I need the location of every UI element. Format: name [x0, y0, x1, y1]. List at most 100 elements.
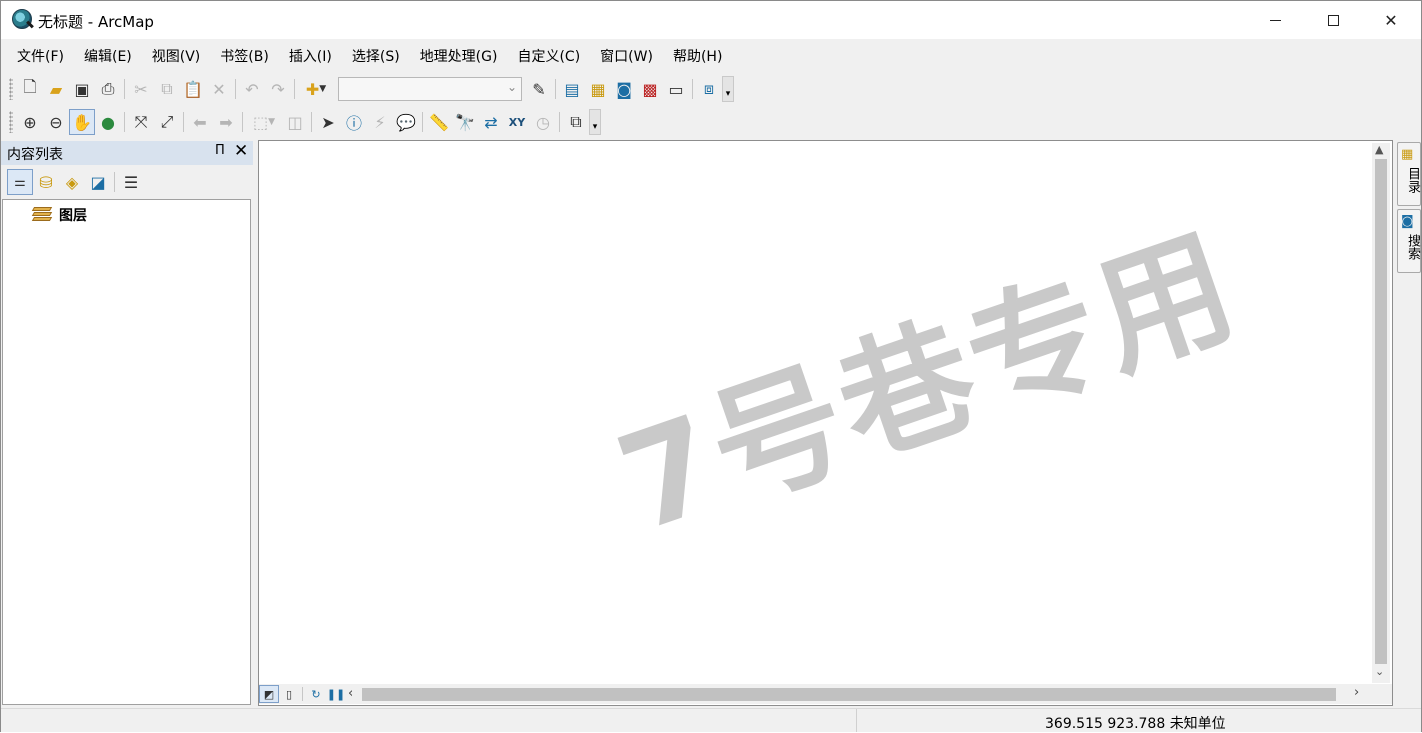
new-document-button[interactable]: 🗋	[17, 76, 43, 102]
html-popup-button[interactable]: 💬	[393, 109, 419, 135]
horizontal-scrollbar[interactable]: ‹	[348, 685, 1348, 703]
go-forward-button[interactable]: ➡	[213, 109, 239, 135]
drawing-order-icon: ⚌	[14, 174, 26, 190]
cut-button[interactable]: ✂	[128, 76, 154, 102]
vertical-scrollbar[interactable]: ▲ ⌄	[1372, 143, 1390, 683]
search-window-button[interactable]: ◙	[611, 76, 637, 102]
toolbar-separator	[422, 112, 423, 132]
fixed-zoom-in-button[interactable]: ⤧	[128, 109, 154, 135]
catalog-window-button[interactable]: ▦	[585, 76, 611, 102]
fixed-zoom-out-icon: ⤢	[160, 112, 174, 131]
pan-button[interactable]: ✋	[69, 109, 95, 135]
create-viewer-window-button[interactable]: ⧉	[563, 109, 589, 135]
toolbar-grip[interactable]	[9, 111, 13, 133]
clear-selection-button[interactable]: ◫	[282, 109, 308, 135]
scroll-up-icon[interactable]: ▲	[1375, 143, 1383, 156]
toolbar-grip[interactable]	[9, 78, 13, 100]
search-tab[interactable]: ◙ 搜索	[1397, 209, 1421, 273]
maximize-button[interactable]	[1304, 1, 1362, 39]
arctoolbox-button[interactable]: ▩	[637, 76, 663, 102]
copy-button[interactable]: ⧉	[154, 76, 180, 102]
menu-geoprocessing[interactable]: 地理处理(G)	[410, 45, 508, 69]
menu-file[interactable]: 文件(F)	[7, 45, 74, 69]
print-button[interactable]: ⎙	[95, 76, 121, 102]
menu-selection[interactable]: 选择(S)	[342, 45, 410, 69]
redo-button[interactable]: ↷	[265, 76, 291, 102]
chevron-down-icon: ▼	[319, 84, 327, 94]
delete-button[interactable]: ✕	[206, 76, 232, 102]
add-data-button[interactable]: ✚ ▼	[298, 76, 334, 102]
layers-selection-icon: ◪	[90, 172, 106, 192]
toolbar-separator	[311, 112, 312, 132]
menu-bookmarks[interactable]: 书签(B)	[210, 45, 279, 69]
list-by-drawing-order-button[interactable]: ⚌	[7, 169, 33, 195]
copy-icon: ⧉	[161, 79, 173, 98]
pause-drawing-button[interactable]: ❚❚	[326, 685, 346, 703]
list-by-visibility-button[interactable]: ◈	[59, 169, 85, 195]
refresh-button[interactable]: ↻	[306, 685, 326, 703]
toolbar-overflow-button[interactable]: ▾	[589, 109, 601, 135]
toolbar-overflow-button[interactable]: ▾	[722, 76, 734, 102]
toc-close-icon[interactable]: ✕	[234, 141, 248, 161]
toolbar-separator	[183, 112, 184, 132]
globe-icon: ●	[101, 112, 115, 132]
menu-help[interactable]: 帮助(H)	[663, 45, 732, 69]
table-of-contents-button[interactable]: ▤	[559, 76, 585, 102]
pin-icon[interactable]: Π	[215, 143, 225, 158]
toolbar-separator	[692, 79, 693, 99]
save-button[interactable]: ▣	[69, 76, 95, 102]
modelbuilder-button[interactable]: ⧈	[696, 76, 722, 102]
scroll-right-icon[interactable]: ›	[1354, 685, 1359, 700]
undo-button[interactable]: ↶	[239, 76, 265, 102]
scroll-left-icon[interactable]: ‹	[348, 686, 353, 701]
print-icon: ⎙	[101, 79, 115, 98]
close-button[interactable]: ✕	[1362, 1, 1420, 39]
map-view: 7号巷专用 ▲ ⌄ ◩ ▯ ↻ ❚❚ ‹ ›	[258, 140, 1393, 706]
catalog-tab[interactable]: ▦ 目录	[1397, 142, 1421, 206]
menu-windows[interactable]: 窗口(W)	[590, 45, 663, 69]
search-window-icon: ◙	[616, 79, 632, 99]
toolbar-separator	[124, 112, 125, 132]
full-extent-button[interactable]: ●	[95, 109, 121, 135]
editor-toolbar-button[interactable]: ✎	[526, 76, 552, 102]
hyperlink-button[interactable]: ⚡	[367, 109, 393, 135]
map-canvas[interactable]: 7号巷专用	[261, 143, 1371, 683]
menu-insert[interactable]: 插入(I)	[279, 45, 342, 69]
clock-icon: ◷	[536, 112, 550, 132]
select-features-button[interactable]: ⬚ ▼	[246, 109, 282, 135]
toc-title: 内容列表	[7, 147, 63, 163]
identify-button[interactable]: ⓘ	[341, 109, 367, 135]
status-bar: 369.515 923.788 未知单位	[1, 708, 1421, 732]
open-button[interactable]: ▰	[43, 76, 69, 102]
find-route-button[interactable]: ⇄	[478, 109, 504, 135]
fixed-zoom-out-button[interactable]: ⤢	[154, 109, 180, 135]
map-scale-combo[interactable]: ⌄	[338, 77, 522, 101]
menu-edit[interactable]: 编辑(E)	[74, 45, 142, 69]
data-view-button[interactable]: ◩	[259, 685, 279, 703]
measure-button[interactable]: 📏	[426, 109, 452, 135]
vertical-scroll-thumb[interactable]	[1375, 159, 1387, 664]
options-button[interactable]: ☰	[118, 169, 144, 195]
menu-view[interactable]: 视图(V)	[142, 45, 211, 69]
list-by-source-button[interactable]: ⛁	[33, 169, 59, 195]
layout-view-button[interactable]: ▯	[279, 685, 299, 703]
tools-toolbar: ⊕ ⊖ ✋ ● ⤧ ⤢ ⬅ ➡ ⬚ ▼ ◫ ➤ ⓘ ⚡ 💬 📏 🔭 ⇄ XY ◷ …	[9, 107, 661, 137]
menu-customize[interactable]: 自定义(C)	[507, 45, 590, 69]
save-icon: ▣	[74, 79, 90, 99]
find-button[interactable]: 🔭	[452, 109, 478, 135]
watermark-text: 7号巷专用	[600, 208, 1256, 562]
time-slider-button[interactable]: ◷	[530, 109, 556, 135]
layers-data-frame-label[interactable]: 图层	[59, 205, 87, 225]
horizontal-scroll-thumb[interactable]	[362, 688, 1336, 701]
paste-button[interactable]: 📋	[180, 76, 206, 102]
go-back-button[interactable]: ⬅	[187, 109, 213, 135]
zoom-out-button[interactable]: ⊖	[43, 109, 69, 135]
minimize-button[interactable]	[1246, 1, 1304, 39]
go-to-xy-button[interactable]: XY	[504, 109, 530, 135]
scroll-down-icon[interactable]: ⌄	[1375, 665, 1384, 678]
select-elements-button[interactable]: ➤	[315, 109, 341, 135]
python-window-button[interactable]: ▭	[663, 76, 689, 102]
zoom-in-button[interactable]: ⊕	[17, 109, 43, 135]
list-by-selection-button[interactable]: ◪	[85, 169, 111, 195]
side-dock-tabs: ▦ 目录 ◙ 搜索	[1397, 142, 1421, 276]
